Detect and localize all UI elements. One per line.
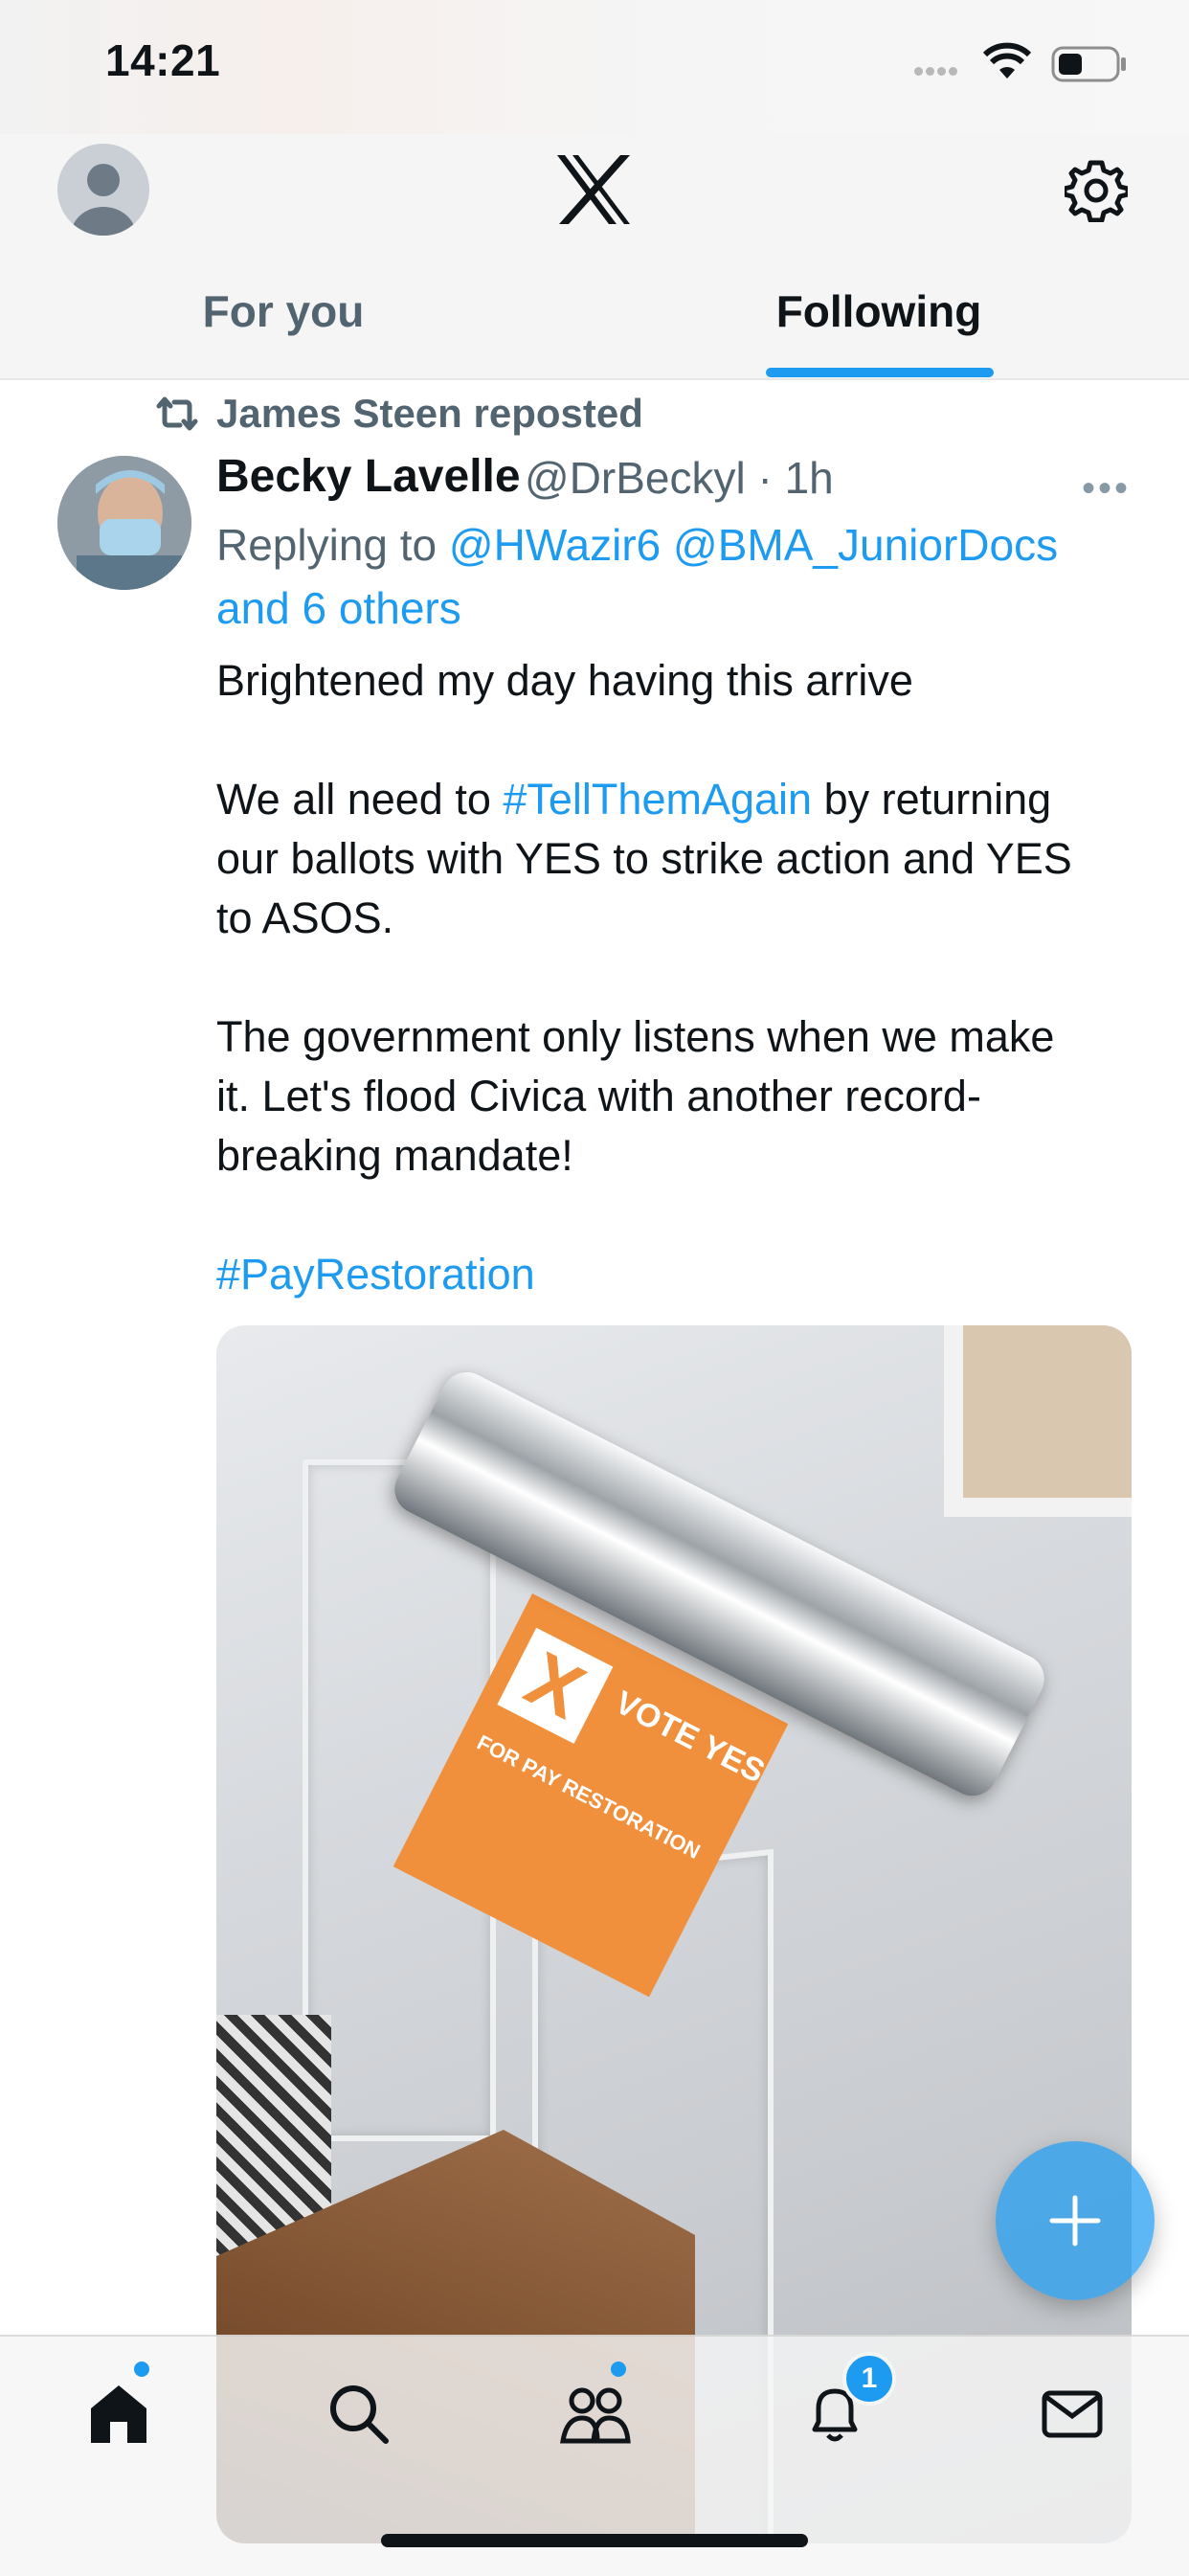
communities-dot [611, 2361, 626, 2377]
reply-mentions-link[interactable]: @HWazir6 @BMA_JuniorDocs [449, 520, 1058, 570]
notifications-badge: 1 [842, 2352, 896, 2406]
default-avatar-icon [71, 164, 136, 236]
x-logo-icon[interactable] [553, 153, 634, 231]
profile-avatar-button[interactable] [57, 144, 149, 236]
communities-icon [560, 2387, 631, 2444]
tweet-text: by returning [823, 775, 1052, 824]
nav-messages-button[interactable] [1024, 2365, 1120, 2461]
messages-envelope-icon [1042, 2390, 1103, 2438]
author-avatar[interactable] [57, 456, 191, 590]
plus-icon [1049, 2195, 1101, 2247]
repost-icon [153, 396, 201, 436]
tweet-text-line: our ballots with YES to strike action an… [216, 834, 1072, 883]
repost-label[interactable]: James Steen reposted [216, 391, 643, 437]
replying-prefix: Replying to [216, 520, 437, 570]
tweet-text-line: The government only listens when we make [216, 1012, 1055, 1061]
active-tab-indicator [766, 368, 994, 377]
tweet-text-line: it. Let's flood Civica with another reco… [216, 1072, 981, 1120]
status-time: 14:21 [105, 35, 221, 85]
settings-gear-icon[interactable] [1062, 159, 1131, 227]
divider [0, 378, 1189, 380]
hashtag-link[interactable]: #PayRestoration [216, 1245, 1145, 1304]
new-posts-dot [134, 2361, 149, 2377]
tweet-text-line: We all need to #TellThemAgain by returni… [216, 770, 1145, 829]
more-options-icon[interactable]: ••• [1082, 467, 1131, 510]
tab-for-you[interactable]: For you [92, 285, 475, 337]
compose-button[interactable] [996, 2141, 1155, 2300]
tweet-text: We all need to [216, 775, 491, 824]
search-icon [330, 2385, 389, 2444]
home-icon [91, 2385, 146, 2443]
wifi-icon [982, 42, 1032, 85]
nav-communities-button[interactable] [548, 2365, 643, 2461]
nav-search-button[interactable] [310, 2365, 406, 2461]
home-indicator[interactable] [381, 2534, 808, 2547]
door-window [944, 1325, 1132, 1517]
reply-others-link[interactable]: and 6 others [216, 583, 461, 633]
nav-home-button[interactable] [71, 2365, 167, 2461]
cross-mark-icon: X [497, 1627, 614, 1744]
cellular-signal-icon [914, 63, 960, 80]
envelope-text: VOTE YES [609, 1683, 771, 1791]
envelope-subtext: FOR PAY RESTORATION [473, 1729, 705, 1864]
hashtag-link[interactable]: #TellThemAgain [503, 775, 812, 824]
replying-to: Replying to @HWazir6 @BMA_JuniorDocs and… [216, 513, 1135, 640]
author-handle[interactable]: @DrBeckyl · 1h [525, 452, 834, 504]
author-name[interactable]: Becky Lavelle [216, 450, 521, 503]
tweet-text-line: to ASOS. [216, 893, 394, 942]
tab-following[interactable]: Following [687, 285, 1070, 337]
battery-icon [1051, 46, 1128, 87]
tweet-text-line: Brightened my day having this arrive [216, 656, 913, 705]
tweet-text-line: breaking mandate! [216, 1131, 573, 1180]
